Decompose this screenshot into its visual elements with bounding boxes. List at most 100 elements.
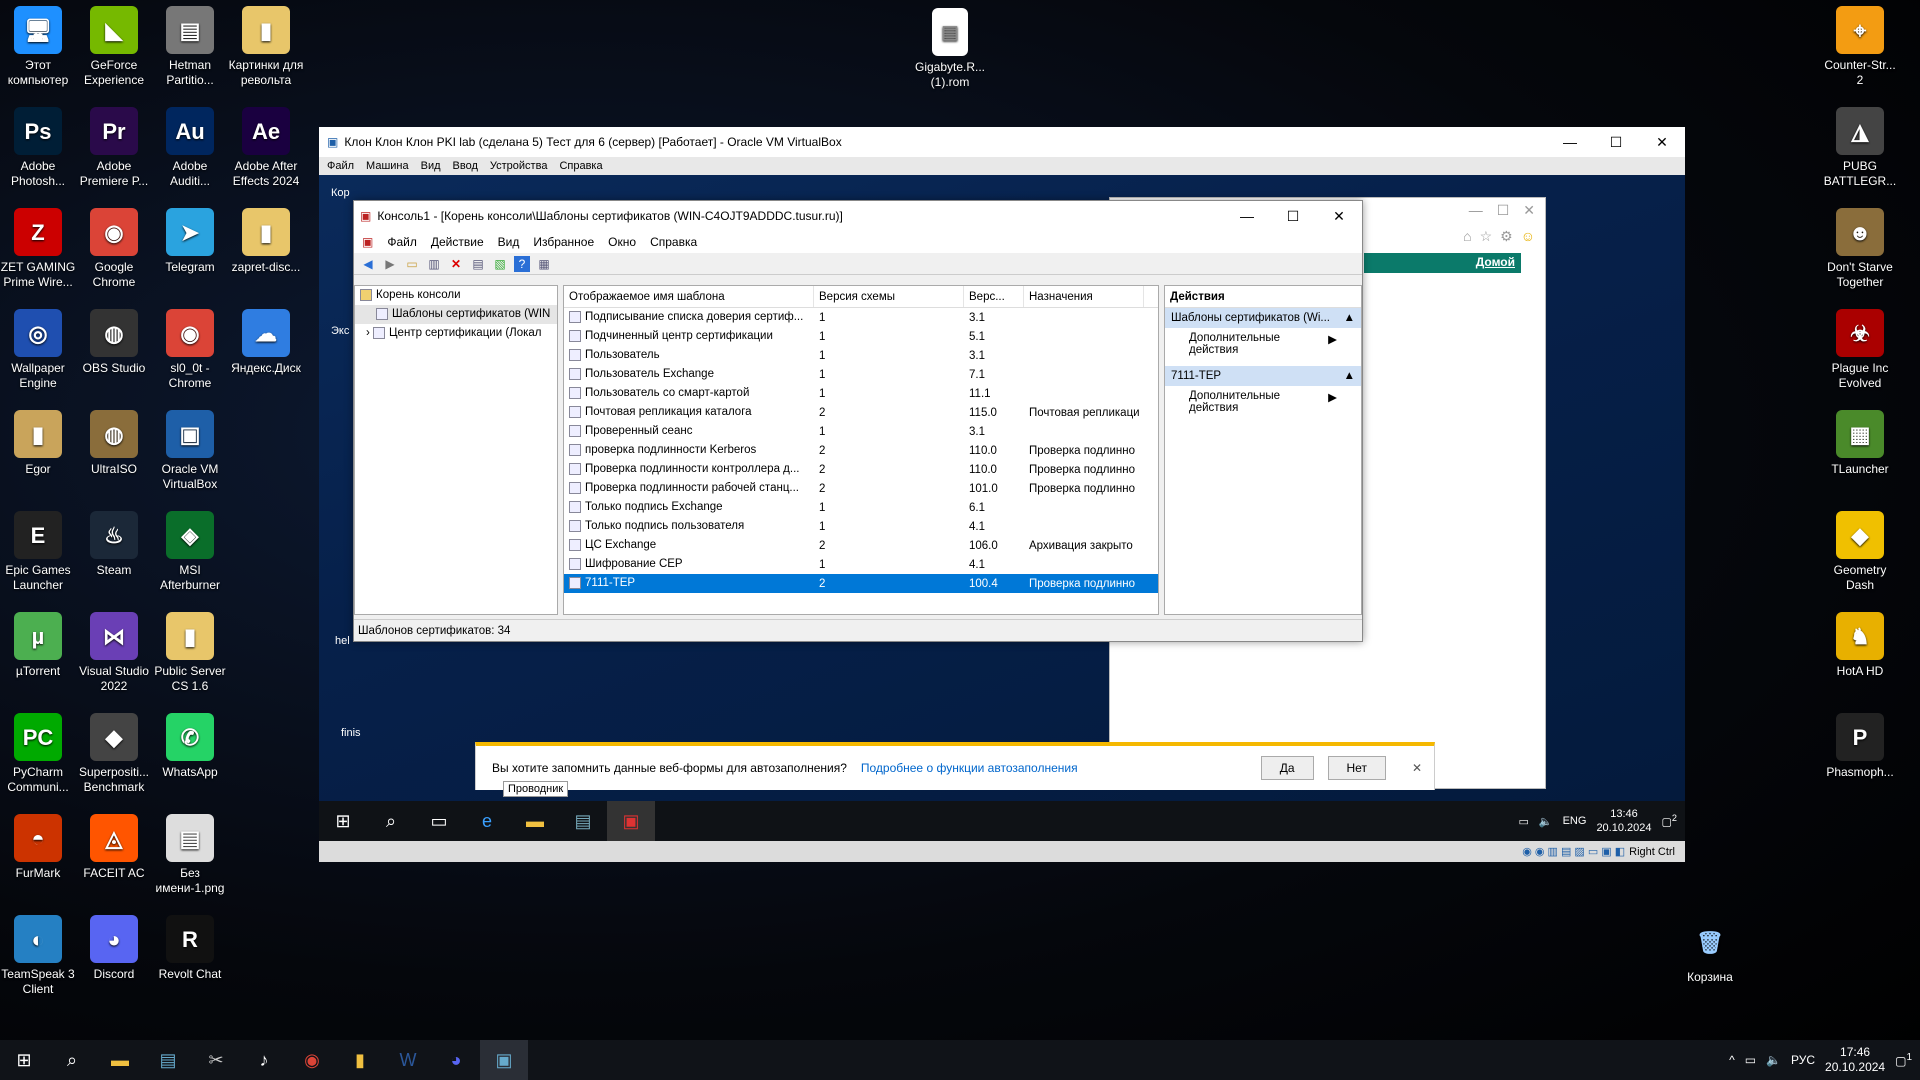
discord-icon[interactable]: ◕ — [432, 1040, 480, 1080]
chrome-icon[interactable]: ◉ — [288, 1040, 336, 1080]
explorer-icon[interactable]: ▬ — [96, 1040, 144, 1080]
actions-section-selected[interactable]: 7111-ТЕР ▲ — [1165, 366, 1361, 386]
desktop-icon[interactable]: ◉ Google Chrome — [76, 208, 152, 290]
tray-chevron-icon[interactable]: ^ — [1729, 1053, 1735, 1067]
volume-icon[interactable]: 🔈 — [1766, 1053, 1781, 1067]
maximize-icon[interactable]: ☐ — [1270, 208, 1316, 225]
desktop-icon[interactable]: ➤ Telegram — [152, 208, 228, 275]
mmc-menu-favorites[interactable]: Избранное — [533, 235, 594, 249]
desktop-icon[interactable]: ◕ Discord — [76, 915, 152, 982]
show-tree-icon[interactable]: ▥ — [426, 256, 442, 272]
column-schema-version[interactable]: Версия схемы — [814, 286, 964, 307]
more-actions-selected[interactable]: Дополнительные действия ▶ — [1165, 386, 1361, 418]
desktop-icon[interactable]: ◣ GeForce Experience — [76, 6, 152, 88]
guest-volume-icon[interactable]: 🔈 — [1539, 815, 1553, 828]
table-row[interactable]: Проверка подлинности рабочей станц... 2 10… — [564, 479, 1158, 498]
desktop-icon[interactable]: ▮ Egor — [0, 410, 76, 477]
mmc-icon[interactable]: ▣ — [607, 801, 655, 841]
desktop-icon[interactable]: ◍ UltraISO — [76, 410, 152, 477]
search-icon[interactable]: ⌕ — [48, 1040, 96, 1080]
desktop-icon[interactable]: ♨ Steam — [76, 511, 152, 578]
guest-lang[interactable]: ENG — [1563, 815, 1587, 827]
desktop-icon[interactable]: ▤ Hetman Partitio... — [152, 6, 228, 88]
desktop-recycle-bin[interactable]: 🗑 Корзина — [1672, 918, 1748, 985]
table-row[interactable]: Проверенный сеанс 1 3.1 — [564, 422, 1158, 441]
search-icon[interactable]: ⌕ — [367, 801, 415, 841]
mmc-menu-window[interactable]: Окно — [608, 235, 636, 249]
notification-icon[interactable]: ▢1 — [1895, 1052, 1912, 1068]
desktop-icon[interactable]: ◮ PUBG BATTLEGR... — [1822, 107, 1898, 189]
desktop-icon[interactable]: ▮ zapret-disc... — [228, 208, 304, 275]
vm-menu-file[interactable]: Файл — [327, 160, 354, 172]
mmc-menu-action[interactable]: Действие — [431, 235, 484, 249]
desktop-icon[interactable]: Z ZET GAMING Prime Wire... — [0, 208, 76, 290]
back-icon[interactable]: ◀ — [360, 256, 376, 272]
language-indicator[interactable]: РУС — [1791, 1053, 1815, 1067]
help-icon[interactable]: ? — [514, 255, 530, 272]
table-row[interactable]: Почтовая репликация каталога 2 115.0 Почтов… — [564, 403, 1158, 422]
table-row[interactable]: Шифрование CEP 1 4.1 — [564, 555, 1158, 574]
mmc-menu-view[interactable]: Вид — [498, 235, 520, 249]
file-explorer-icon[interactable]: ▮ — [336, 1040, 384, 1080]
server-manager-icon[interactable]: ▤ — [559, 801, 607, 841]
app-icon[interactable]: ▤ — [144, 1040, 192, 1080]
desktop-icon[interactable]: ♞ HotA HD — [1822, 612, 1898, 679]
delete-icon[interactable]: ✕ — [448, 256, 464, 272]
desktop-icon[interactable]: ▦ TLauncher — [1822, 410, 1898, 477]
table-row[interactable]: Подчиненный центр сертификации 1 5.1 — [564, 327, 1158, 346]
table-row[interactable]: Пользователь со смарт-картой 1 11.1 — [564, 384, 1158, 403]
desktop-icon[interactable]: ☣ Plague Inc Evolved — [1822, 309, 1898, 391]
start-icon[interactable]: ⊞ — [0, 1040, 48, 1080]
desktop-icon[interactable]: ▤ Без имени-1.png — [152, 814, 228, 896]
more-actions-templates[interactable]: Дополнительные действия ▶ — [1165, 328, 1361, 360]
table-row[interactable]: Пользователь 1 3.1 — [564, 346, 1158, 365]
favorites-icon[interactable]: ☆ — [1480, 228, 1493, 245]
desktop-file-rom[interactable]: ▤ Gigabyte.R... (1).rom — [912, 8, 988, 90]
desktop-icon[interactable]: P Phasmoph... — [1822, 713, 1898, 780]
table-row[interactable]: Пользователь Exchange 1 7.1 — [564, 365, 1158, 384]
smiley-icon[interactable]: ☺ — [1521, 228, 1535, 245]
collapse-icon[interactable]: ▲ — [1344, 370, 1355, 382]
desktop-icon[interactable]: R Revolt Chat — [152, 915, 228, 982]
tree-item-ca[interactable]: › Центр сертификации (Локал — [355, 324, 557, 343]
desktop-icon[interactable]: Pr Adobe Premiere P... — [76, 107, 152, 189]
settings-icon[interactable]: ⚙ — [1500, 228, 1513, 245]
desktop-icon[interactable]: ▮ Public Server CS 1.6 — [152, 612, 228, 694]
ie-icon[interactable]: e — [463, 801, 511, 841]
desktop-icon[interactable]: ⌖ Counter-Str... 2 — [1822, 6, 1898, 88]
vm-menu-machine[interactable]: Машина — [366, 160, 409, 172]
desktop-icon[interactable]: ◎ Wallpaper Engine — [0, 309, 76, 391]
desktop-icon[interactable]: ☁ Яндекс.Диск — [228, 309, 304, 376]
minimize-icon[interactable]: — — [1224, 208, 1270, 225]
column-version[interactable]: Верс... — [964, 286, 1024, 307]
desktop-icon[interactable]: ◆ Superpositi... Benchmark — [76, 713, 152, 795]
show-action-pane-icon[interactable]: ▦ — [536, 256, 552, 272]
home-icon[interactable]: ⌂ — [1463, 228, 1471, 245]
table-row[interactable]: 7111-ТЕР 2 100.4 Проверка подлинно — [564, 574, 1158, 593]
properties-icon[interactable]: ▤ — [470, 256, 486, 272]
desktop-icon[interactable]: ◓ FurMark — [0, 814, 76, 881]
desktop-icon[interactable]: ◬ FACEIT AC — [76, 814, 152, 881]
network-icon[interactable]: ▭ — [1745, 1053, 1756, 1067]
autofill-learn-more-link[interactable]: Подробнее о функции автозаполнения — [861, 761, 1078, 775]
virtualbox-icon[interactable]: ▣ — [480, 1040, 528, 1080]
table-row[interactable]: проверка подлинности Kerberos 2 110.0 Прове… — [564, 441, 1158, 460]
snip-icon[interactable]: ✂ — [192, 1040, 240, 1080]
table-row[interactable]: Только подпись Exchange 1 6.1 — [564, 498, 1158, 517]
up-folder-icon[interactable]: ▭ — [404, 256, 420, 272]
desktop-icon[interactable]: 🖥 Этот компьютер — [0, 6, 76, 88]
forward-icon[interactable]: ▶ — [382, 256, 398, 272]
word-icon[interactable]: W — [384, 1040, 432, 1080]
close-icon[interactable]: ✕ — [1523, 202, 1535, 224]
actions-section-templates[interactable]: Шаблоны сертификатов (Wi... ▲ — [1165, 308, 1361, 328]
guest-network-icon[interactable]: ▭ — [1518, 815, 1528, 828]
home-link[interactable]: Домой — [1476, 255, 1515, 269]
vm-menu-help[interactable]: Справка — [559, 160, 602, 172]
desktop-icon[interactable]: ▮ Картинки для револьта — [228, 6, 304, 88]
minimize-icon[interactable]: — — [1547, 134, 1593, 151]
table-row[interactable]: ЦС Exchange 2 106.0 Архивация закрыто — [564, 536, 1158, 555]
tree-item-templates[interactable]: Шаблоны сертификатов (WIN — [355, 305, 557, 324]
mmc-menu-file[interactable]: Файл — [387, 235, 417, 249]
export-icon[interactable]: ▧ — [492, 256, 508, 272]
start-icon[interactable]: ⊞ — [319, 801, 367, 841]
